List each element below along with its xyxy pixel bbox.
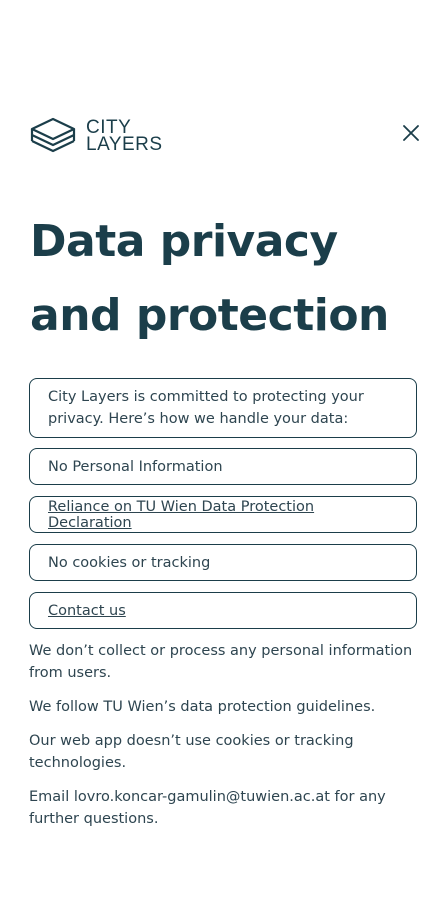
card-contact-us[interactable]: Contact us [29, 592, 417, 629]
logo-line-2: LAYERS [86, 134, 163, 155]
card-label: No Personal Information [48, 458, 223, 475]
page-title: Data privacy and protection [30, 216, 389, 341]
city-layers-logo[interactable]: CITY LAYERS [29, 116, 163, 156]
card-tu-wien-declaration[interactable]: Reliance on TU Wien Data Protection Decl… [29, 496, 417, 533]
paragraph-tu-wien-guidelines: We follow TU Wien’s data protection guid… [29, 699, 376, 715]
card-no-cookies[interactable]: No cookies or tracking [29, 544, 417, 581]
paragraph-no-personal-info: We don’t collect or process any personal… [29, 643, 413, 681]
paragraph-contact-email: Email lovro.koncar-gamulin@tuwien.ac.at … [29, 789, 386, 827]
card-label: No cookies or tracking [48, 554, 211, 571]
intro-card: City Layers is committed to protecting y… [29, 378, 417, 438]
logo-text: CITY LAYERS [86, 118, 163, 155]
paragraph-no-cookies: Our web app doesn’t use cookies or track… [29, 733, 354, 771]
contact-us-link[interactable]: Contact us [48, 603, 126, 619]
intro-text: City Layers is committed to protecting y… [48, 389, 364, 427]
tu-wien-declaration-link[interactable]: Reliance on TU Wien Data Protection Decl… [48, 499, 398, 531]
layers-logo-icon [29, 116, 77, 156]
card-no-personal-information[interactable]: No Personal Information [29, 448, 417, 485]
close-button[interactable] [400, 124, 422, 146]
close-icon [402, 124, 420, 146]
